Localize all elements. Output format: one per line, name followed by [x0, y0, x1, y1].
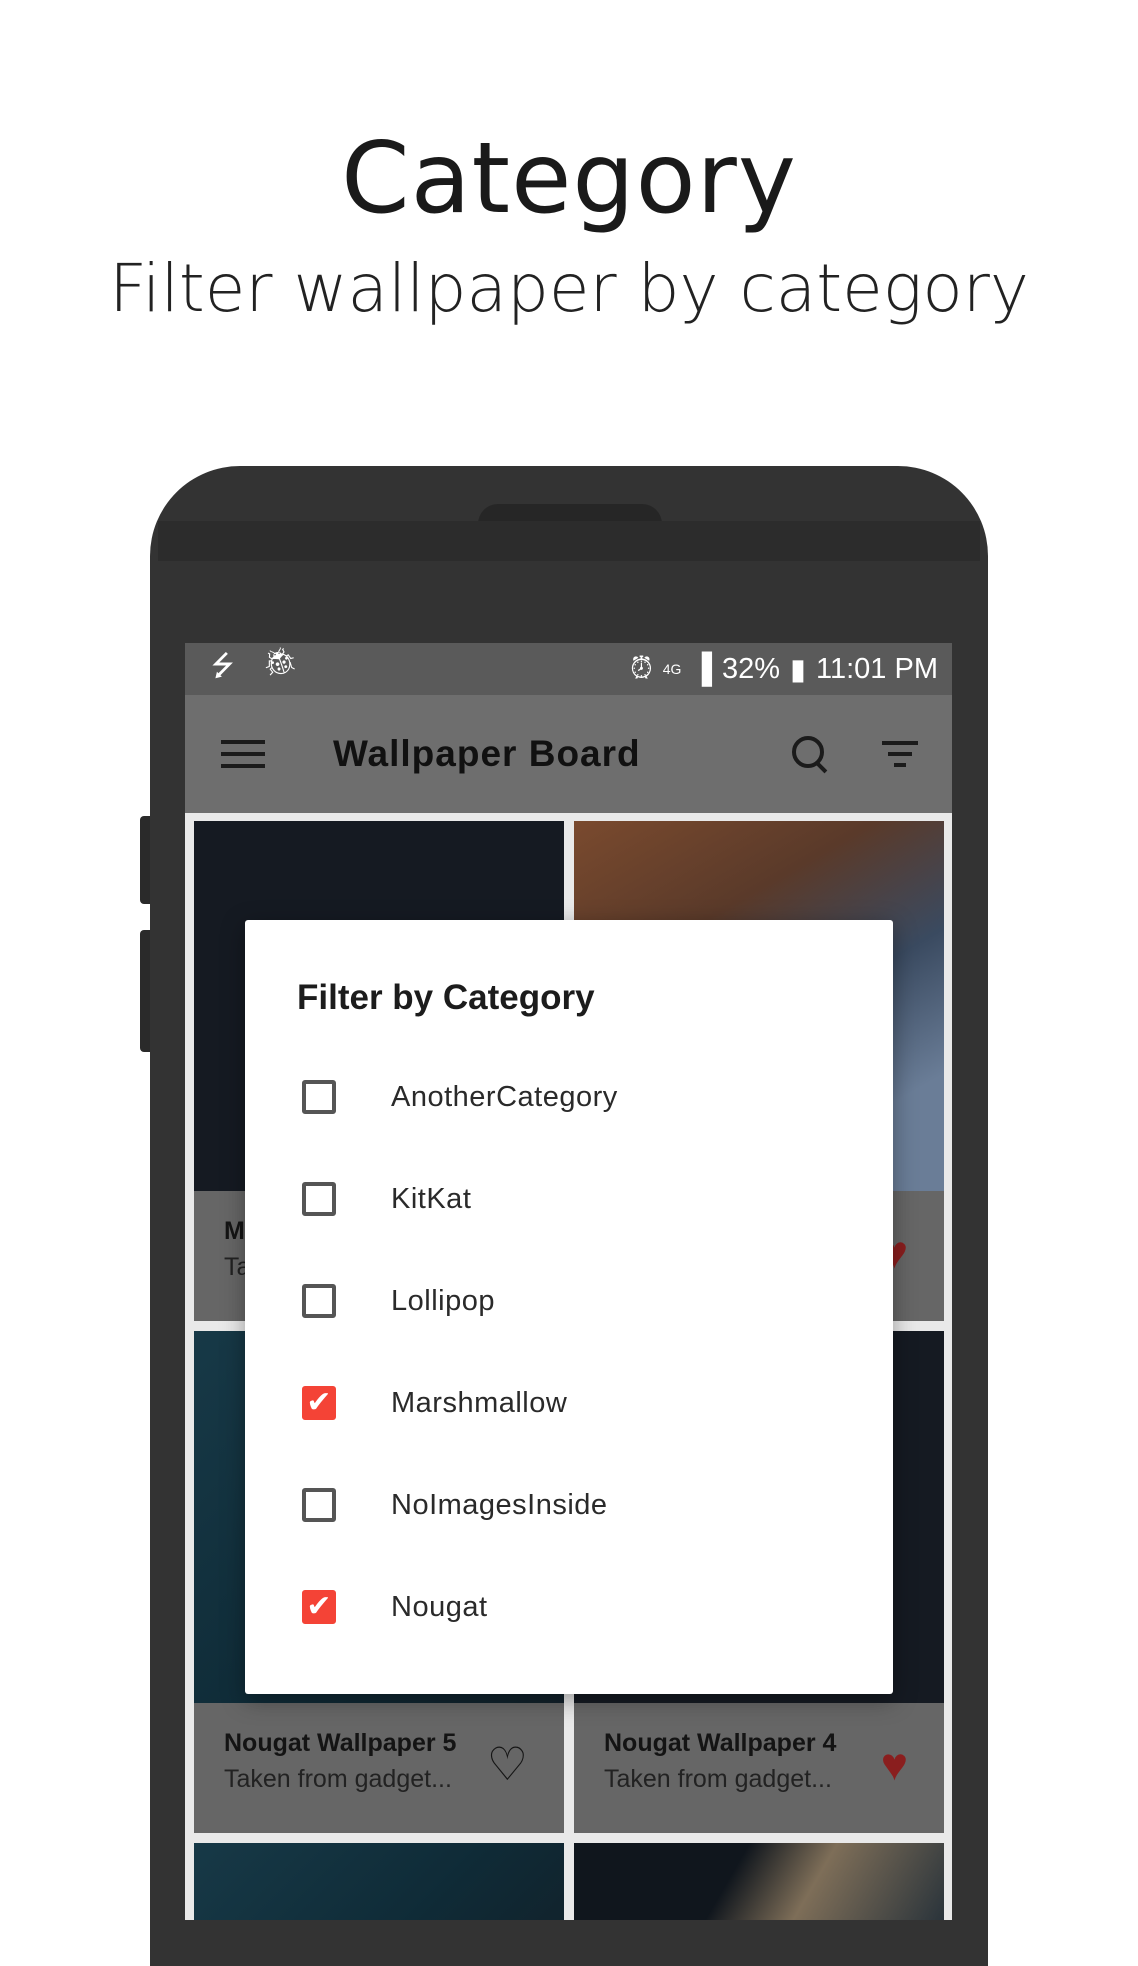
category-option-anothercategory[interactable]: AnotherCategory [245, 1057, 893, 1137]
app-toolbar: Wallpaper Board [185, 695, 952, 813]
favorite-heart-outline-icon[interactable]: ♡ [487, 1741, 528, 1787]
category-option-marshmallow[interactable]: ✔ Marshmallow [245, 1363, 893, 1443]
wallpaper-card[interactable] [194, 1843, 564, 1920]
wallpaper-title: Nougat Wallpaper 4 [604, 1729, 837, 1757]
category-label: NoImagesInside [391, 1488, 608, 1521]
alarm-icon: ⏰︎ [630, 652, 653, 685]
category-label: KitKat [391, 1182, 472, 1215]
battery-percent: 32% [722, 652, 781, 685]
volume-down-button [140, 930, 150, 1052]
checkbox-checked[interactable]: ✔ [302, 1590, 336, 1624]
wallpaper-thumbnail [574, 1843, 944, 1920]
usb-icon: ⭍ [211, 650, 235, 681]
category-option-nougat[interactable]: ✔ Nougat [245, 1567, 893, 1647]
phone-bezel [158, 521, 980, 561]
checkbox[interactable] [302, 1182, 336, 1216]
wallpaper-title: Nougat Wallpaper 5 [224, 1729, 457, 1757]
category-option-noimagesinside[interactable]: NoImagesInside [245, 1465, 893, 1545]
category-label: AnotherCategory [391, 1080, 618, 1113]
checkbox[interactable] [302, 1488, 336, 1522]
search-icon[interactable] [790, 734, 830, 774]
category-option-kitkat[interactable]: KitKat [245, 1159, 893, 1239]
wallpaper-title: M [224, 1217, 245, 1245]
checkbox-checked[interactable]: ✔ [302, 1386, 336, 1420]
app-title: Wallpaper Board [333, 733, 641, 774]
volume-up-button [140, 816, 150, 904]
wallpaper-card[interactable] [574, 1843, 944, 1920]
signal-icon: ▐ [691, 652, 712, 685]
filter-category-dialog: Filter by Category AnotherCategory KitKa… [245, 920, 893, 1694]
wallpaper-thumbnail [194, 1843, 564, 1920]
network-type: 4G [662, 661, 682, 677]
menu-icon[interactable] [221, 732, 265, 776]
category-option-lollipop[interactable]: Lollipop [245, 1261, 893, 1341]
checkbox[interactable] [302, 1284, 336, 1318]
category-label: Marshmallow [391, 1386, 568, 1419]
category-label: Nougat [391, 1590, 488, 1623]
debug-bug-icon: 🐞︎ [262, 646, 298, 677]
wallpaper-author: Taken from gadget... [604, 1765, 832, 1793]
filter-icon[interactable] [878, 741, 922, 767]
status-bar: ⭍ 🐞︎ ⏰︎ 4G ▐ 32% ▮ 11:01 PM [185, 643, 952, 695]
battery-charging-icon: ▮ [790, 653, 807, 686]
wallpaper-author: Taken from gadget... [224, 1765, 452, 1793]
checkbox[interactable] [302, 1080, 336, 1114]
category-label: Lollipop [391, 1284, 495, 1317]
clock: 11:01 PM [816, 652, 938, 685]
dialog-title: Filter by Category [297, 978, 595, 1017]
promo-subtitle: Filter wallpaper by category [109, 250, 1029, 327]
favorite-heart-icon[interactable]: ♥ [881, 1741, 908, 1787]
promo-title: Category [341, 122, 797, 236]
